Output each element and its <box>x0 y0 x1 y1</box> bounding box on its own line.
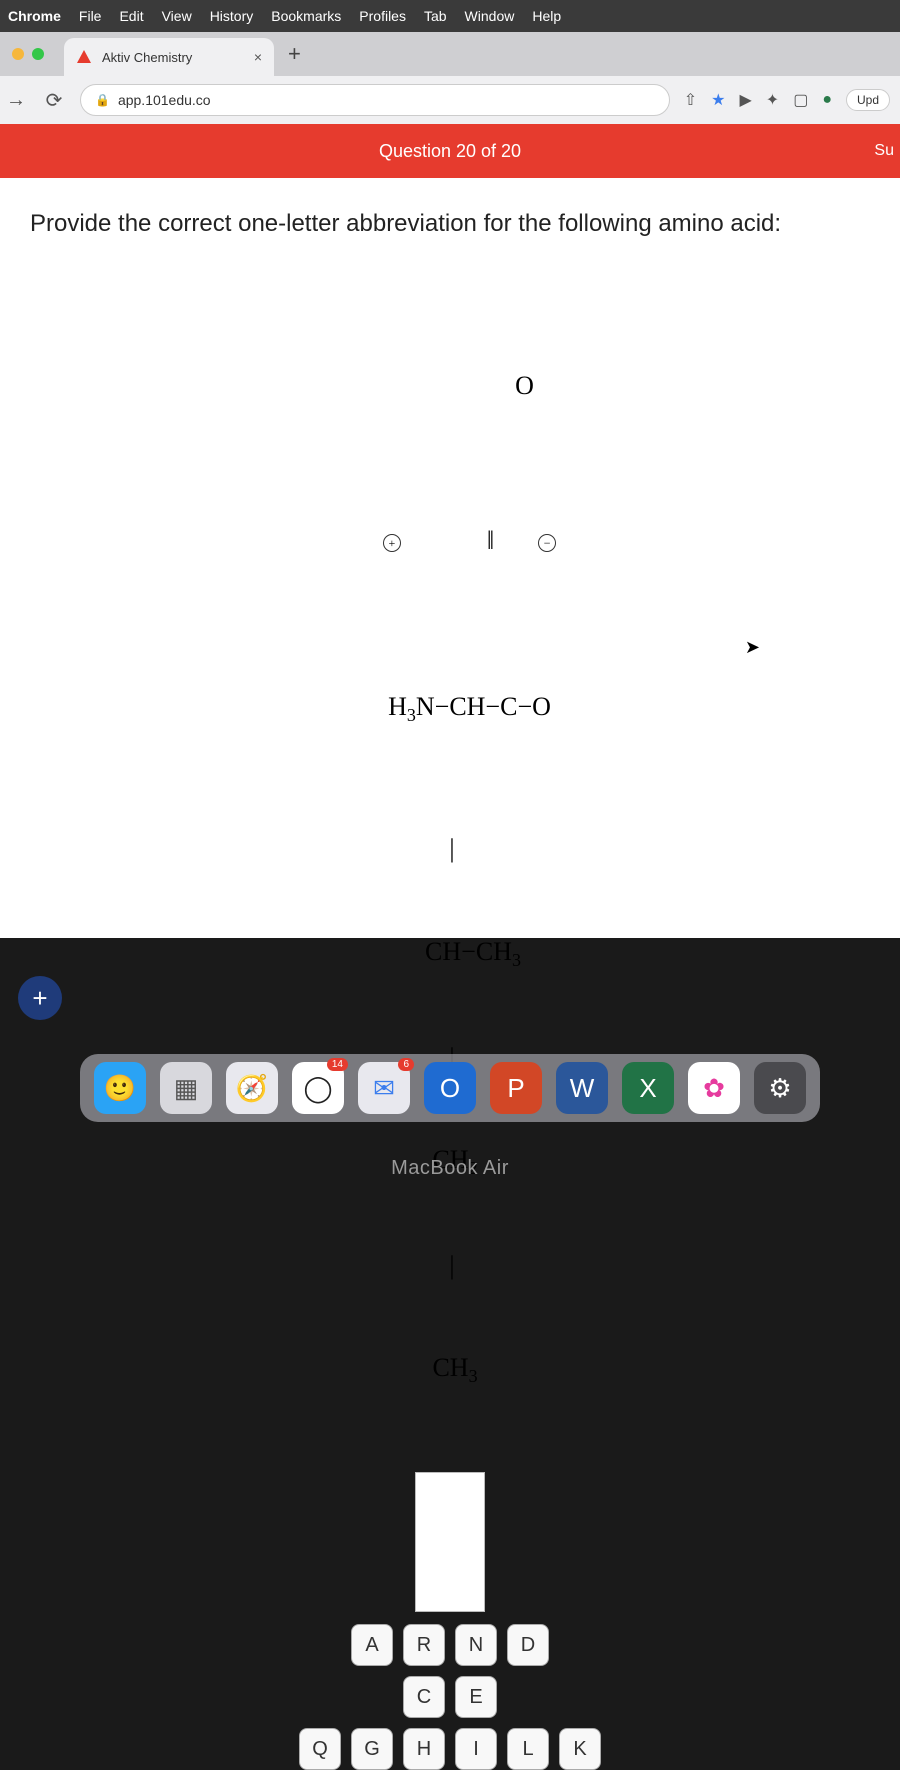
letter-a-button[interactable]: A <box>351 1624 393 1666</box>
dock-word-icon[interactable]: W <box>556 1062 608 1114</box>
menu-profiles[interactable]: Profiles <box>359 8 406 24</box>
structure-bond-1: | <box>449 834 454 863</box>
dock-safari-icon[interactable]: 🧭 <box>226 1062 278 1114</box>
menu-view[interactable]: View <box>162 8 192 24</box>
mail-badge: 6 <box>398 1058 414 1071</box>
letter-row-1: A R N D <box>351 1624 549 1666</box>
structure-sub3b: 3 <box>512 950 521 970</box>
url-text: app.101edu.co <box>118 92 211 108</box>
macos-dock: 🙂 ▦ 🧭 ◯14 ✉6 O P W X ✿ ⚙ <box>0 1054 900 1122</box>
letter-row-3: Q G H I L K <box>299 1728 601 1770</box>
menu-help[interactable]: Help <box>532 8 561 24</box>
menu-window[interactable]: Window <box>465 8 515 24</box>
plus-charge-icon: + <box>383 534 401 552</box>
traffic-lights <box>12 48 44 60</box>
structure-backbone: N−CH−C−O <box>416 692 551 721</box>
structure-sub3c: 3 <box>469 1366 478 1386</box>
dock-outlook-icon[interactable]: O <box>424 1062 476 1114</box>
nav-forward-icon[interactable]: → <box>4 89 28 112</box>
omnibar-actions: ⇧ ★ ▶ ✦ ▢ ● Upd <box>684 89 890 111</box>
browser-tab[interactable]: Aktiv Chemistry × <box>64 38 274 76</box>
minimize-icon[interactable] <box>12 48 24 60</box>
menu-file[interactable]: File <box>79 8 102 24</box>
structure-o: O <box>515 371 534 400</box>
profile-avatar-icon[interactable]: ● <box>822 91 832 109</box>
submit-button-fragment[interactable]: Su <box>874 142 894 160</box>
window-icon[interactable]: ▢ <box>793 90 808 110</box>
browser-chrome: Aktiv Chemistry × + → ⟳ 🔒 app.101edu.co … <box>0 32 900 124</box>
macos-menubar: Chrome File Edit View History Bookmarks … <box>0 0 900 32</box>
letter-l-button[interactable]: L <box>507 1728 549 1770</box>
nav-reload-icon[interactable]: ⟳ <box>42 88 66 113</box>
structure-ch3: CH <box>432 1353 468 1382</box>
letter-i-button[interactable]: I <box>455 1728 497 1770</box>
letter-g-button[interactable]: G <box>351 1728 393 1770</box>
lock-icon: 🔒 <box>95 93 110 107</box>
dock-excel-icon[interactable]: X <box>622 1062 674 1114</box>
structure-bond-3: | <box>449 1251 454 1280</box>
structure-ch-ch: CH−CH <box>425 937 512 966</box>
dock-inner: 🙂 ▦ 🧭 ◯14 ✉6 O P W X ✿ ⚙ <box>80 1054 820 1122</box>
amino-acid-structure: O +‖− H3N−CH−C−O | CH−CH3 | CH2 | CH3 <box>30 270 870 1462</box>
dock-chrome-icon[interactable]: ◯14 <box>292 1062 344 1114</box>
structure-double-bond: ‖ <box>487 526 494 555</box>
menubar-app-name[interactable]: Chrome <box>8 8 61 24</box>
add-fab-button[interactable]: + <box>18 976 62 1020</box>
dock-settings-icon[interactable]: ⚙ <box>754 1062 806 1114</box>
tab-strip: Aktiv Chemistry × + <box>0 32 900 76</box>
extensions-icon[interactable]: ✦ <box>766 90 779 110</box>
structure-h: H <box>388 692 407 721</box>
menu-history[interactable]: History <box>210 8 254 24</box>
dock-mail-icon[interactable]: ✉6 <box>358 1062 410 1114</box>
new-tab-button[interactable]: + <box>288 41 301 67</box>
letter-d-button[interactable]: D <box>507 1624 549 1666</box>
dock-launchpad-icon[interactable]: ▦ <box>160 1062 212 1114</box>
address-bar[interactable]: 🔒 app.101edu.co <box>80 84 670 116</box>
tab-title: Aktiv Chemistry <box>102 50 244 65</box>
letter-keypad: A R N D C E Q G H I L K <box>299 1624 601 1770</box>
letter-h-button[interactable]: H <box>403 1728 445 1770</box>
letter-e-button[interactable]: E <box>455 1676 497 1718</box>
question-prompt: Provide the correct one-letter abbreviat… <box>30 208 870 240</box>
structure-sub3a: 3 <box>407 705 416 725</box>
letter-k-button[interactable]: K <box>559 1728 601 1770</box>
quiz-content: Provide the correct one-letter abbreviat… <box>0 178 900 938</box>
zoom-icon[interactable] <box>32 48 44 60</box>
dock-photos-icon[interactable]: ✿ <box>688 1062 740 1114</box>
letter-row-2: C E <box>403 1676 497 1718</box>
letter-r-button[interactable]: R <box>403 1624 445 1666</box>
dock-finder-icon[interactable]: 🙂 <box>94 1062 146 1114</box>
menu-edit[interactable]: Edit <box>119 8 143 24</box>
bookmark-star-icon[interactable]: ★ <box>711 90 725 110</box>
cursor-icon: ➤ <box>745 637 760 658</box>
letter-q-button[interactable]: Q <box>299 1728 341 1770</box>
question-counter: Question 20 of 20 <box>379 141 521 162</box>
dock-powerpoint-icon[interactable]: P <box>490 1062 542 1114</box>
tab-favicon-icon <box>76 49 92 65</box>
letter-n-button[interactable]: N <box>455 1624 497 1666</box>
chrome-badge: 14 <box>327 1058 348 1071</box>
menu-bookmarks[interactable]: Bookmarks <box>271 8 341 24</box>
tab-close-icon[interactable]: × <box>254 49 262 65</box>
letter-c-button[interactable]: C <box>403 1676 445 1718</box>
menu-tab[interactable]: Tab <box>424 8 447 24</box>
answer-area: A R N D C E Q G H I L K <box>30 1472 870 1770</box>
macbook-label: MacBook Air <box>0 1157 900 1180</box>
update-button[interactable]: Upd <box>846 89 890 111</box>
share-icon[interactable]: ⇧ <box>684 90 697 110</box>
media-icon[interactable]: ▶ <box>739 90 751 110</box>
answer-input-box[interactable] <box>415 1472 485 1612</box>
omnibar: → ⟳ 🔒 app.101edu.co ⇧ ★ ▶ ✦ ▢ ● Upd <box>0 76 900 124</box>
quiz-header: Question 20 of 20 Su <box>0 124 900 178</box>
minus-charge-icon: − <box>538 534 556 552</box>
